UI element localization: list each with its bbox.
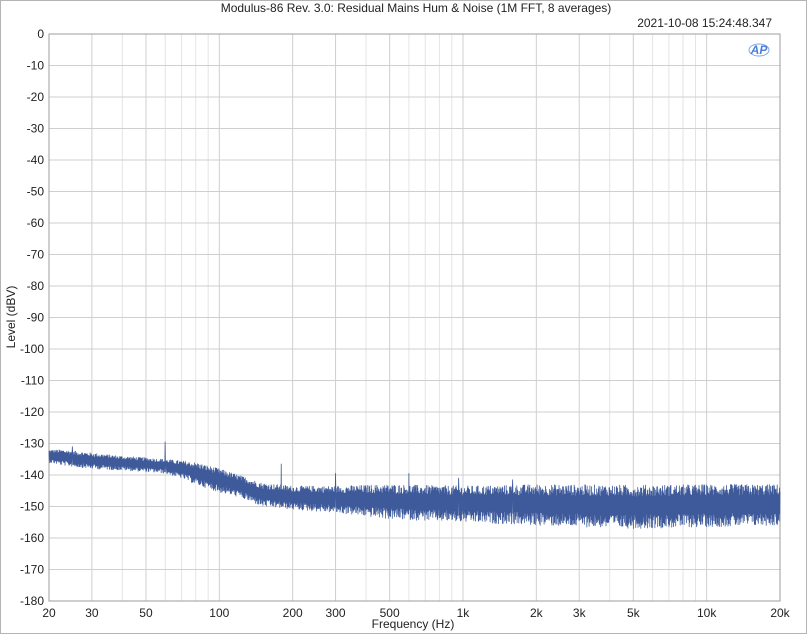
y-tick-label: -80 <box>27 279 45 293</box>
x-tick-label: 3k <box>573 606 587 620</box>
ap-logo-text: AP <box>750 43 769 57</box>
y-tick-label: -40 <box>27 153 45 167</box>
x-tick-label: 100 <box>209 606 229 620</box>
y-tick-label: 0 <box>37 27 44 41</box>
y-tick-label: -10 <box>27 59 45 73</box>
y-tick-label: -100 <box>20 342 44 356</box>
y-tick-label: -150 <box>20 500 44 514</box>
y-tick-label: -170 <box>20 563 44 577</box>
x-tick-label: 30 <box>85 606 99 620</box>
chart-window: Modulus-86 Rev. 3.0: Residual Mains Hum … <box>0 0 807 634</box>
x-axis-label: Frequency (Hz) <box>372 617 455 631</box>
y-tick-label: -60 <box>27 216 45 230</box>
series-line <box>48 441 781 529</box>
x-tick-label: 20k <box>770 606 790 620</box>
y-tick-label: -90 <box>27 311 45 325</box>
x-tick-label: 1k <box>457 606 471 620</box>
chart-timestamp: 2021-10-08 15:24:48.347 <box>637 16 772 30</box>
y-tick-label: -180 <box>20 594 44 608</box>
y-tick-label: -110 <box>21 374 44 388</box>
y-tick-label: -30 <box>27 122 45 136</box>
y-tick-label: -160 <box>20 531 44 545</box>
x-tick-label: 50 <box>139 606 153 620</box>
y-tick-label: -140 <box>20 468 44 482</box>
x-tick-label: 20 <box>42 606 56 620</box>
y-tick-label: -50 <box>27 185 45 199</box>
x-tick-label: 300 <box>326 606 346 620</box>
y-tick-labels: 0 -10 -20 -30 -40 -50 -60 -70 -80 -90 -100 -110 -120… <box>20 27 44 608</box>
y-tick-label: -130 <box>20 437 44 451</box>
y-tick-label: -70 <box>27 248 45 262</box>
series-group <box>48 441 781 529</box>
x-tick-label: 2k <box>530 606 544 620</box>
y-tick-label: -20 <box>27 90 45 104</box>
fft-chart: Modulus-86 Rev. 3.0: Residual Mains Hum … <box>4 1 791 631</box>
y-axis-label: Level (dBV) <box>4 286 18 349</box>
chart-title: Modulus-86 Rev. 3.0: Residual Mains Hum … <box>221 1 612 15</box>
ap-logo-icon: AP <box>748 43 770 57</box>
x-tick-label: 10k <box>697 606 717 620</box>
x-tick-label: 5k <box>627 606 641 620</box>
y-tick-label: -120 <box>20 405 44 419</box>
x-tick-label: 200 <box>283 606 303 620</box>
